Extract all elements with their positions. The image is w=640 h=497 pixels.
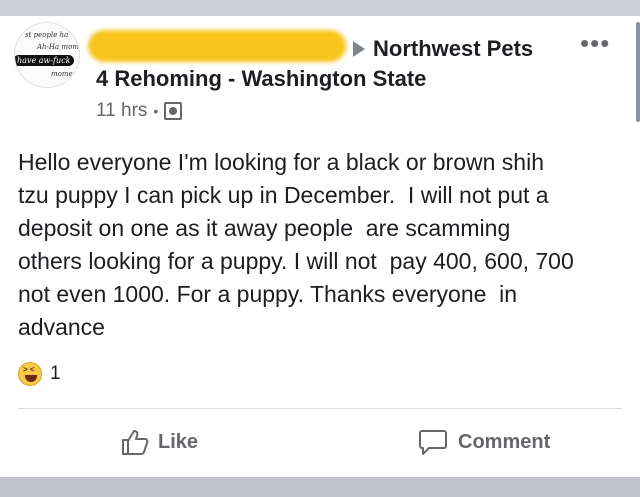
like-button[interactable]: Like: [120, 428, 198, 456]
group-name-line1[interactable]: Northwest Pets: [373, 36, 533, 62]
post-line: tzu puppy I can pick up in December. I w…: [18, 182, 549, 208]
comment-bubble-icon: [419, 430, 447, 455]
avatar-text: mome: [51, 70, 73, 78]
group-audience-icon: [164, 102, 183, 120]
top-strip: [0, 0, 640, 16]
redacted-author-name[interactable]: [88, 30, 346, 62]
post-body: Hello everyone I'm looking for a black o…: [18, 146, 618, 344]
avatar[interactable]: st people ha Ah-Ha momen have aw-fuck mo…: [14, 22, 80, 88]
comment-button[interactable]: Comment: [418, 428, 550, 456]
scrollbar[interactable]: [636, 22, 640, 122]
group-link[interactable]: Northwest Pets: [353, 36, 533, 62]
post-line: advance: [18, 314, 105, 340]
thumbs-up-icon: [122, 430, 149, 455]
post-line: others looking for a puppy. I will not p…: [18, 248, 574, 274]
avatar-text: Ah-Ha momen: [37, 43, 79, 51]
group-name-line2[interactable]: 4 Rehoming - Washington State: [96, 66, 426, 92]
like-label: Like: [158, 430, 199, 453]
comment-label: Comment: [458, 430, 551, 453]
bottom-strip: [0, 477, 640, 497]
more-icon[interactable]: •••: [580, 30, 610, 56]
reaction-count: 1: [50, 363, 61, 384]
post-line: not even 1000. For a puppy. Thanks every…: [18, 281, 518, 307]
avatar-text: have aw-fuck: [15, 55, 75, 66]
reaction-summary[interactable]: 1: [18, 362, 61, 386]
play-arrow-icon: [353, 41, 365, 57]
post-line: Hello everyone I'm looking for a black o…: [18, 149, 544, 175]
meta-separator: •: [153, 103, 159, 119]
post-line: deposit on one as it away people are sca…: [18, 215, 511, 241]
avatar-text: st people ha: [25, 31, 69, 39]
divider: [18, 408, 622, 409]
post-meta: 11 hrs •: [96, 100, 183, 122]
timestamp[interactable]: 11 hrs: [96, 100, 147, 122]
haha-icon: [18, 362, 42, 386]
